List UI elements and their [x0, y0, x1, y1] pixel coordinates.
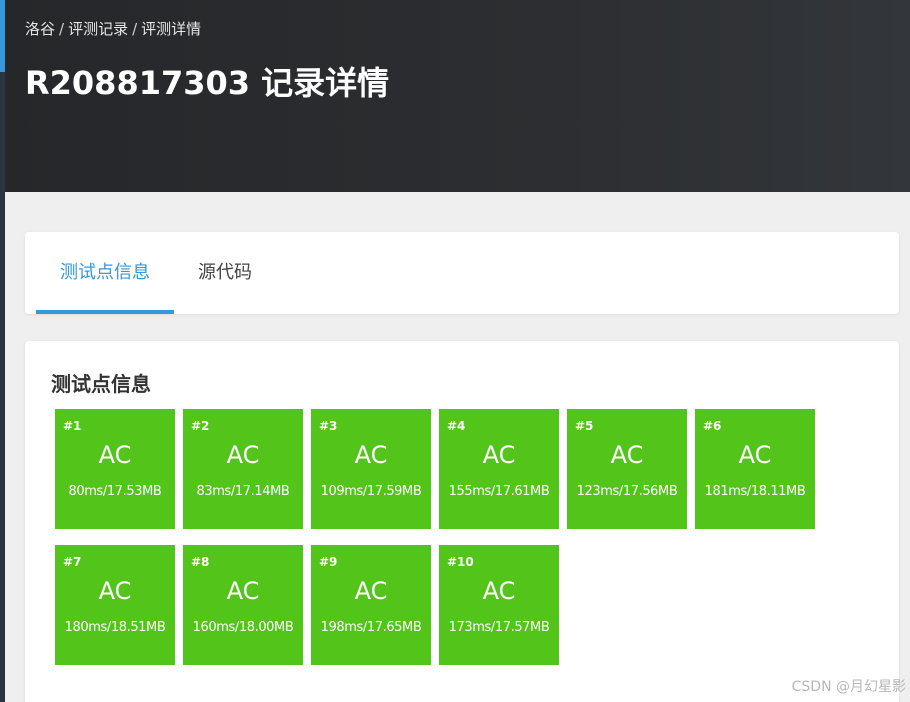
page: 洛谷 / 评测记录 / 评测详情 R208817303 记录详情 测试点信息 源代码 测… — [0, 0, 910, 702]
testcase-id: #4 — [447, 419, 466, 433]
testcase-status: AC — [226, 577, 260, 605]
testcase-id: #1 — [63, 419, 82, 433]
testcase-id: #6 — [703, 419, 722, 433]
testcase-2[interactable]: #2 AC 83ms/17.14MB — [183, 409, 303, 529]
testcase-stat: 181ms/18.11MB — [704, 484, 806, 499]
testcase-grid: #1 AC 80ms/17.53MB #2 AC 83ms/17.14MB #3… — [55, 409, 823, 665]
tab-source-code[interactable]: 源代码 — [187, 232, 263, 314]
testcase-status: AC — [98, 577, 132, 605]
breadcrumb-separator: / — [132, 20, 138, 38]
testcase-id: #8 — [191, 555, 210, 569]
testcase-status: AC — [610, 441, 644, 469]
testcase-status: AC — [354, 577, 388, 605]
testcase-6[interactable]: #6 AC 181ms/18.11MB — [695, 409, 815, 529]
testcases-card: 测试点信息 #1 AC 80ms/17.53MB #2 AC 83ms/17.1… — [25, 341, 899, 702]
testcase-stat: 109ms/17.59MB — [320, 484, 422, 499]
testcase-stat: 173ms/17.57MB — [448, 620, 550, 635]
testcase-stat: 80ms/17.53MB — [68, 484, 162, 499]
breadcrumb-item-home[interactable]: 洛谷 — [25, 20, 55, 38]
testcase-status: AC — [354, 441, 388, 469]
page-header: 洛谷 / 评测记录 / 评测详情 R208817303 记录详情 — [5, 0, 910, 192]
watermark: CSDN @月幻星影 — [791, 679, 906, 695]
testcase-status: AC — [226, 441, 260, 469]
breadcrumb-separator: / — [59, 20, 65, 38]
testcase-10[interactable]: #10 AC 173ms/17.57MB — [439, 545, 559, 665]
breadcrumb-item-detail[interactable]: 评测详情 — [141, 20, 201, 38]
testcase-stat: 155ms/17.61MB — [448, 484, 550, 499]
testcase-status: AC — [482, 441, 516, 469]
testcase-stat: 198ms/17.65MB — [320, 620, 422, 635]
testcase-5[interactable]: #5 AC 123ms/17.56MB — [567, 409, 687, 529]
testcase-id: #5 — [575, 419, 594, 433]
testcase-stat: 180ms/18.51MB — [64, 620, 166, 635]
testcase-9[interactable]: #9 AC 198ms/17.65MB — [311, 545, 431, 665]
testcase-8[interactable]: #8 AC 160ms/18.00MB — [183, 545, 303, 665]
testcase-id: #3 — [319, 419, 338, 433]
tab-testcase-info[interactable]: 测试点信息 — [36, 232, 174, 314]
testcase-id: #7 — [63, 555, 82, 569]
testcase-status: AC — [482, 577, 516, 605]
testcase-stat: 123ms/17.56MB — [576, 484, 678, 499]
testcase-id: #10 — [447, 555, 474, 569]
testcase-status: AC — [738, 441, 772, 469]
testcase-7[interactable]: #7 AC 180ms/18.51MB — [55, 545, 175, 665]
tabs-card: 测试点信息 源代码 — [25, 232, 899, 314]
testcase-3[interactable]: #3 AC 109ms/17.59MB — [311, 409, 431, 529]
section-title: 测试点信息 — [51, 372, 151, 396]
testcase-stat: 83ms/17.14MB — [196, 484, 290, 499]
testcase-id: #2 — [191, 419, 210, 433]
testcase-4[interactable]: #4 AC 155ms/17.61MB — [439, 409, 559, 529]
page-title: R208817303 记录详情 — [25, 64, 390, 102]
testcase-status: AC — [98, 441, 132, 469]
breadcrumb-item-records[interactable]: 评测记录 — [68, 20, 128, 38]
testcase-stat: 160ms/18.00MB — [192, 620, 294, 635]
testcase-id: #9 — [319, 555, 338, 569]
breadcrumb: 洛谷 / 评测记录 / 评测详情 — [25, 18, 201, 39]
testcase-1[interactable]: #1 AC 80ms/17.53MB — [55, 409, 175, 529]
